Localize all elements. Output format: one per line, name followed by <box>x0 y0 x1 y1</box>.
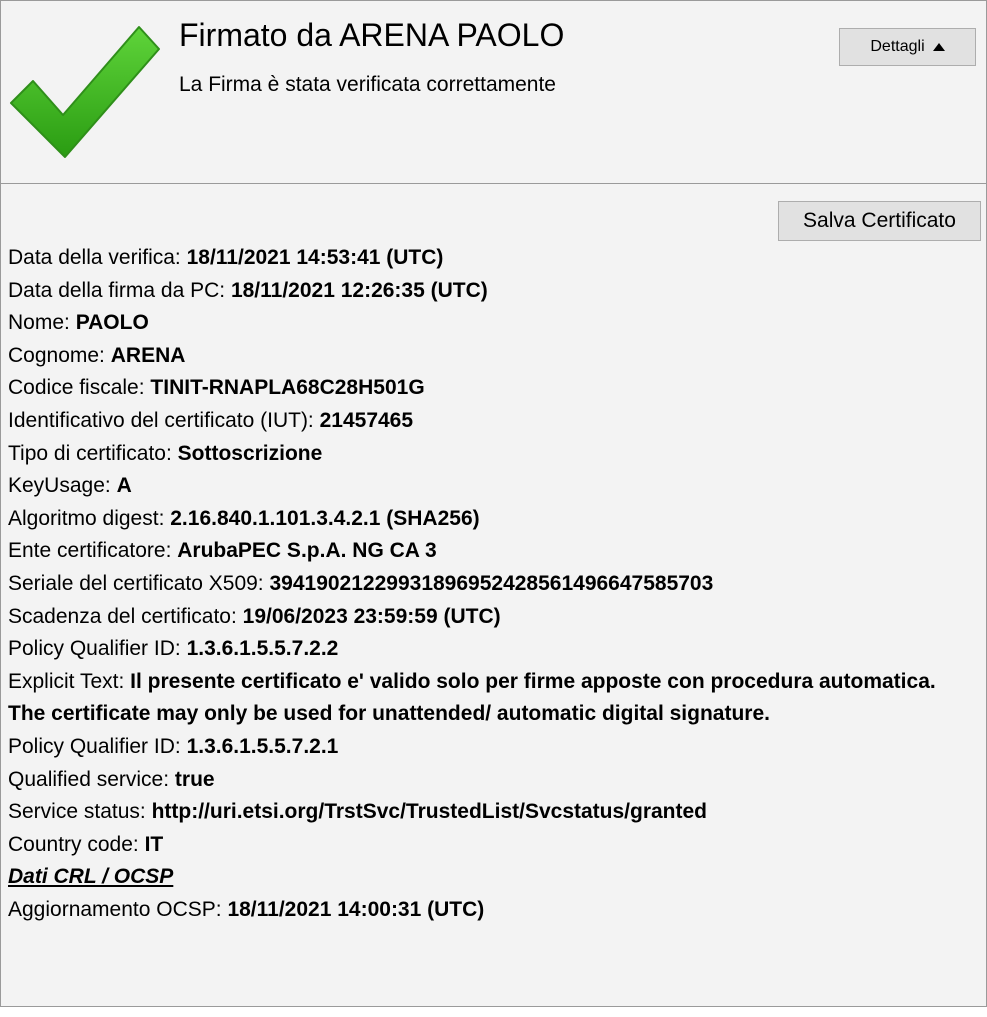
crl-ocsp-row: Dati CRL / OCSP <box>8 861 978 894</box>
detail-certificate-id: Identificativo del certificato (IUT): 21… <box>8 405 978 438</box>
detail-label: Qualified service: <box>8 767 175 791</box>
detail-value: true <box>174 767 215 791</box>
signer-title: Firmato da ARENA PAOLO <box>179 17 565 53</box>
detail-label: Country code: <box>8 832 145 856</box>
detail-value: IT <box>144 832 164 856</box>
save-certificate-button[interactable]: Salva Certificato <box>778 201 981 241</box>
detail-value: 39419021229931896952428561496647585703 <box>269 571 714 595</box>
crl-ocsp-link[interactable]: Dati CRL / OCSP <box>8 865 173 888</box>
detail-tax-code: Codice fiscale: TINIT-RNAPLA68C28H501G <box>8 372 978 405</box>
detail-value: 18/11/2021 12:26:35 (UTC) <box>230 278 488 302</box>
detail-label: Identificativo del certificato (IUT): <box>8 408 320 432</box>
detail-digest-algorithm: Algoritmo digest: 2.16.840.1.101.3.4.2.1… <box>8 503 978 536</box>
detail-label: Seriale del certificato X509: <box>8 571 270 595</box>
detail-expiry-date: Scadenza del certificato: 19/06/2023 23:… <box>8 601 978 634</box>
signature-verification-panel: Firmato da ARENA PAOLO La Firma è stata … <box>0 0 987 1007</box>
detail-value: 1.3.6.1.5.5.7.2.2 <box>186 637 339 661</box>
detail-label: Data della verifica: <box>8 246 187 269</box>
detail-value: Sottoscrizione <box>177 441 323 465</box>
detail-serial-number: Seriale del certificato X509: 3941902122… <box>8 568 978 601</box>
detail-value: TINIT-RNAPLA68C28H501G <box>150 376 425 400</box>
detail-signature-date: Data della firma da PC: 18/11/2021 12:26… <box>8 275 978 308</box>
detail-value: 21457465 <box>319 408 414 432</box>
detail-policy-qualifier-id: Policy Qualifier ID: 1.3.6.1.5.5.7.2.1 <box>8 731 978 764</box>
detail-label: Policy Qualifier ID: <box>8 637 187 661</box>
detail-value: 19/06/2023 23:59:59 (UTC) <box>242 604 501 628</box>
details-toggle-button[interactable]: Dettagli <box>839 28 976 66</box>
detail-verification-date: Data della verifica: 18/11/2021 14:53:41… <box>8 242 978 275</box>
detail-service-status: Service status: http://uri.etsi.org/Trst… <box>8 796 978 829</box>
detail-value: 18/11/2021 14:00:31 (UTC) <box>227 897 485 921</box>
detail-value: ArubaPEC S.p.A. NG CA 3 <box>177 539 437 563</box>
signature-header: Firmato da ARENA PAOLO La Firma è stata … <box>1 1 986 184</box>
detail-label: Explicit Text: <box>8 669 131 693</box>
detail-qualified-service: Qualified service: true <box>8 764 978 797</box>
detail-value: 2.16.840.1.101.3.4.2.1 (SHA256) <box>170 506 480 530</box>
detail-key-usage: KeyUsage: A <box>8 470 978 503</box>
detail-policy-qualifier-id: Policy Qualifier ID: 1.3.6.1.5.5.7.2.2 <box>8 633 978 666</box>
detail-label: Algoritmo digest: <box>8 506 171 530</box>
detail-label: Service status: <box>8 800 152 824</box>
detail-label: Scadenza del certificato: <box>8 604 243 628</box>
detail-ocsp-update: Aggiornamento OCSP: 18/11/2021 14:00:31 … <box>8 894 978 927</box>
verification-status: La Firma è stata verificata correttament… <box>179 73 556 96</box>
detail-first-name: Nome: PAOLO <box>8 307 978 340</box>
detail-value: PAOLO <box>75 311 149 335</box>
detail-explicit-text: Explicit Text: Il presente certificato e… <box>8 666 978 731</box>
detail-label: KeyUsage: <box>8 474 117 498</box>
detail-label: Data della firma da PC: <box>8 278 231 302</box>
detail-country-code: Country code: IT <box>8 829 978 862</box>
detail-label: Aggiornamento OCSP: <box>8 897 228 921</box>
certificate-details-list: Data della verifica: 18/11/2021 14:53:41… <box>8 242 978 926</box>
detail-value: 18/11/2021 14:53:41 (UTC) <box>186 246 444 269</box>
detail-value: 1.3.6.1.5.5.7.2.1 <box>186 734 339 758</box>
checkmark-icon <box>10 26 160 158</box>
detail-value: http://uri.etsi.org/TrstSvc/TrustedList/… <box>151 800 708 824</box>
detail-label: Nome: <box>8 311 76 335</box>
detail-value: ARENA <box>110 343 186 367</box>
details-button-label: Dettagli <box>870 38 925 55</box>
detail-certificate-authority: Ente certificatore: ArubaPEC S.p.A. NG C… <box>8 535 978 568</box>
detail-label: Cognome: <box>8 343 111 367</box>
detail-last-name: Cognome: ARENA <box>8 340 978 373</box>
detail-label: Policy Qualifier ID: <box>8 734 187 758</box>
detail-label: Codice fiscale: <box>8 376 151 400</box>
detail-label: Ente certificatore: <box>8 539 178 563</box>
detail-label: Tipo di certificato: <box>8 441 178 465</box>
detail-certificate-type: Tipo di certificato: Sottoscrizione <box>8 438 978 471</box>
triangle-up-icon <box>932 43 945 51</box>
detail-value: Il presente certificato e' valido solo p… <box>8 669 936 726</box>
detail-value: A <box>116 474 132 498</box>
